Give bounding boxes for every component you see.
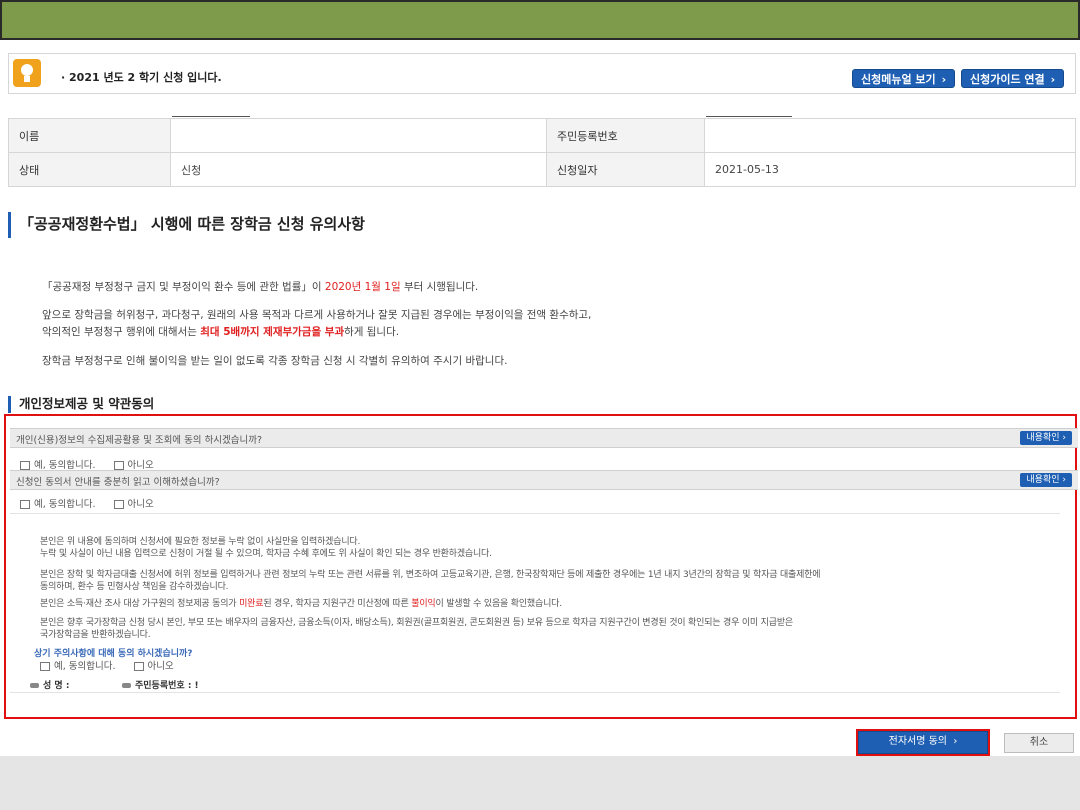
date-value: 2021-05-13 — [704, 152, 1076, 187]
consent-section-title: 개인정보제공 및 약관동의 — [8, 396, 154, 413]
bullet-icon — [122, 683, 131, 688]
name-label: 이름 — [8, 118, 171, 153]
name-value — [170, 118, 547, 153]
term-text: 이 발생할 수 있음을 확인했습니다. — [435, 599, 562, 609]
term-line: 본인은 향후 국가장학금 신청 당시 본인, 부모 또는 배우자의 금융자산, … — [40, 618, 793, 628]
confirm-disagree-checkbox[interactable]: 아니오 — [133, 661, 174, 672]
e-signature-consent-button[interactable]: 전자서명 동의 › — [856, 729, 990, 756]
notice-paragraph-4: 장학금 부정청구로 인해 불이익을 받는 일이 없도록 각종 장학금 신청 시 … — [42, 355, 508, 367]
top-banner — [0, 0, 1080, 40]
confirm-options: 예, 동의합니다. 아니오 — [40, 658, 174, 672]
consent-options-2: 예, 동의합니다. 아니오 — [20, 496, 154, 510]
view-content-button-2[interactable]: 내용확인 › — [1020, 473, 1072, 487]
manual-view-button[interactable]: 신청메뉴얼 보기 › — [852, 69, 956, 88]
agree-label: 예, 동의합니다. — [34, 499, 96, 510]
rrn-value — [704, 118, 1076, 153]
chevron-right-icon: › — [953, 736, 958, 747]
agree-checkbox-2[interactable]: 예, 동의합니다. — [20, 499, 96, 510]
guide-link-button-label: 신청가이드 연결 — [970, 73, 1045, 86]
notice-text: 「공공재정 부정청구 금지 및 부정이익 환수 등에 관한 법률」이 — [42, 281, 325, 293]
table-row: 이름 주민등록번호 — [8, 118, 1076, 153]
manual-view-button-label: 신청메뉴얼 보기 — [861, 73, 936, 86]
incomplete-highlight: 미완료 — [239, 599, 264, 609]
question-text: 개인(신용)정보의 수집제공활용 및 조회에 동의 하시겠습니까? — [16, 435, 263, 446]
notice-text: 하게 됩니다. — [344, 326, 400, 338]
signature-rrn: 주민등록번호 : ! — [122, 678, 199, 691]
notice-text: 부터 시행됩니다. — [400, 281, 479, 293]
chevron-right-icon: › — [1062, 475, 1066, 485]
disagree-checkbox-2[interactable]: 아니오 — [113, 499, 154, 510]
divider — [172, 116, 250, 117]
view-content-button-1[interactable]: 내용확인 › — [1020, 431, 1072, 445]
semester-notice-text: · 2021 년도 2 학기 신청 입니다. — [61, 71, 222, 84]
effective-date: 2020년 1월 1일 — [324, 281, 401, 293]
term-line: 누락 및 사실이 아닌 내용 입력으로 신청이 거절 될 수 있으며, 학자금 … — [40, 549, 492, 559]
signature-name: 성 명 : — [30, 678, 69, 691]
table-row: 상태 신청 신청일자 2021-05-13 — [8, 152, 1076, 187]
view-content-label: 내용확인 — [1026, 433, 1060, 443]
chevron-right-icon: › — [1050, 73, 1056, 86]
date-label: 신청일자 — [546, 152, 705, 187]
chevron-right-icon: › — [1062, 433, 1066, 443]
view-content-label: 내용확인 — [1026, 475, 1060, 485]
term-line-info-consent: 본인은 소득·재산 조사 대상 가구원의 정보제공 동의가 미완료된 경우, 학… — [40, 596, 562, 609]
notice-paragraph-1: 「공공재정 부정청구 금지 및 부정이익 환수 등에 관한 법률」이 2020년… — [42, 279, 478, 294]
term-line: 동의하며, 환수 등 민형사상 책임을 감수하겠습니다. — [40, 582, 229, 592]
consent-question-2: 신청인 동의서 안내를 충분히 읽고 이해하셨습니까? 내용확인 › — [10, 470, 1078, 490]
agree-label: 예, 동의합니다. — [54, 661, 116, 672]
penalty-highlight: 최대 5배까지 제재부가금을 부과 — [200, 326, 345, 338]
bullet-icon — [30, 683, 39, 688]
status-label: 상태 — [8, 152, 171, 187]
cancel-button[interactable]: 취소 — [1004, 733, 1074, 753]
divider — [706, 116, 792, 117]
term-line: 국가장학금을 반환하겠습니다. — [40, 630, 151, 640]
disagree-label: 아니오 — [147, 661, 174, 672]
term-text: 본인은 소득·재산 조사 대상 가구원의 정보제공 동의가 — [40, 599, 240, 609]
terms-box: 본인은 위 내용에 동의하며 신청서에 필요한 정보를 누락 없이 사실만을 입… — [10, 513, 1060, 693]
signature-rrn-label: 주민등록번호 : ! — [135, 681, 199, 691]
applicant-info-table: 이름 주민등록번호 상태 신청 신청일자 2021-05-13 — [8, 118, 1076, 187]
signature-name-label: 성 명 : — [43, 681, 70, 691]
notice-text: 악의적인 부정청구 행위에 대해서는 — [42, 326, 201, 338]
semester-notice-box: · 2021 년도 2 학기 신청 입니다. 신청메뉴얼 보기 › 신청가이드 연… — [8, 53, 1076, 94]
guide-link-button[interactable]: 신청가이드 연결 › — [961, 69, 1065, 88]
question-text: 신청인 동의서 안내를 충분히 읽고 이해하셨습니까? — [16, 477, 220, 488]
term-text: 된 경우, 학자금 지원구간 미산정에 따른 — [263, 599, 412, 609]
confirm-agree-checkbox[interactable]: 예, 동의합니다. — [40, 661, 116, 672]
chevron-right-icon: › — [941, 73, 947, 86]
notice-paragraph-3: 악의적인 부정청구 행위에 대해서는 최대 5배까지 제재부가금을 부과하게 됩… — [42, 324, 399, 339]
section-title: 「공공재정환수법」 시행에 따른 장학금 신청 유의사항 — [8, 212, 365, 238]
disagree-label: 아니오 — [127, 499, 154, 510]
e-signature-label: 전자서명 동의 — [888, 736, 948, 747]
rrn-label: 주민등록번호 — [546, 118, 705, 153]
lightbulb-icon — [13, 59, 41, 87]
disadvantage-highlight: 불이익 — [411, 599, 436, 609]
footer-band — [0, 756, 1080, 810]
status-value: 신청 — [170, 152, 547, 187]
consent-options-1: 예, 동의합니다. 아니오 — [20, 457, 154, 471]
notice-paragraph-2: 앞으로 장학금을 허위청구, 과다청구, 원래의 사용 목적과 다르게 사용하거… — [42, 309, 592, 321]
consent-question-1: 개인(신용)정보의 수집제공활용 및 조회에 동의 하시겠습니까? 내용확인 › — [10, 428, 1078, 448]
